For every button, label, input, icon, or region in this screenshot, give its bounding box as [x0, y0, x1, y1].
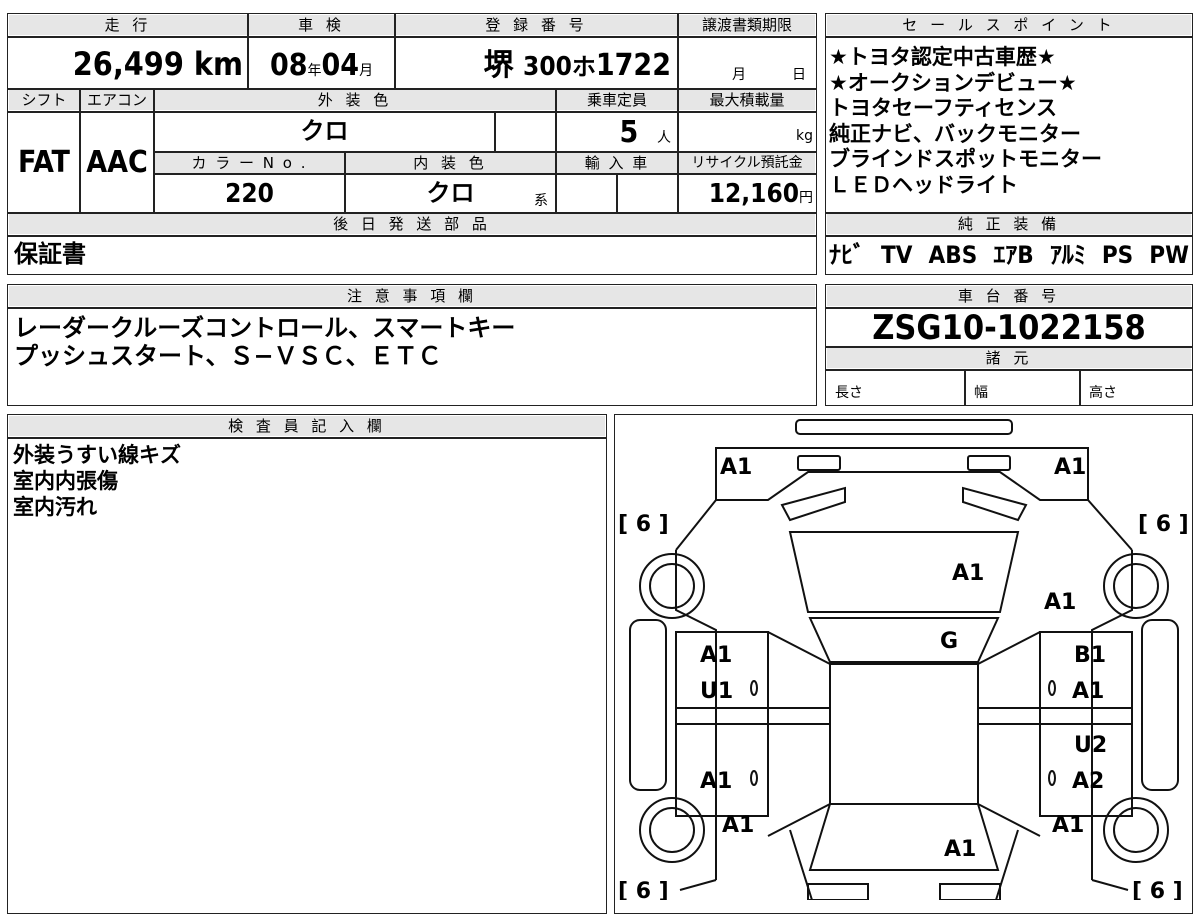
- tire-mark-rear-left: [ 6 ]: [618, 512, 669, 537]
- shift-label: シフト: [9, 90, 79, 110]
- mileage-number: 26,499: [72, 45, 184, 83]
- sales-point-line: ＬＥＤヘッドライト: [829, 172, 1018, 197]
- interior-color-value: クロ: [426, 179, 475, 207]
- inspection-year: 08: [269, 48, 308, 83]
- color-no-label: カ ラ ー N o .: [155, 153, 344, 173]
- equipment-item: ｱﾙﾐ: [1049, 241, 1086, 269]
- equipment-item: ABS: [928, 241, 978, 269]
- recycle-fee-value: 12,160円: [679, 178, 815, 214]
- exterior-color-label: 外 装 色: [155, 90, 555, 110]
- sales-point-line: ★トヨタ認定中古車歴★: [829, 45, 1056, 69]
- sales-point-line: ★オークションデビュー★: [829, 70, 1077, 95]
- sales-point-line: トヨタセーフティセンス: [829, 96, 1058, 120]
- tire-mark-rear-right: [ 6 ]: [1138, 512, 1189, 537]
- registration-number: 堺 300ホ1722: [396, 46, 675, 87]
- equipment-item: ｴｱB: [993, 241, 1034, 269]
- inspection-month: 04: [321, 48, 360, 83]
- mileage-label: 走 行: [9, 15, 247, 35]
- fender-right-grade: A1: [1052, 813, 1084, 838]
- color-no-value: 220: [225, 179, 274, 209]
- rear-left-grade: A1: [720, 455, 752, 480]
- rear-door-right-grade-1: B1: [1074, 643, 1106, 668]
- inspection-label: 車 検: [249, 15, 394, 35]
- inspector-label: 検 査 員 記 入 欄: [9, 416, 605, 436]
- shift-value: FAT: [18, 145, 70, 180]
- mileage-unit: km: [193, 45, 243, 83]
- inspection-value: 08年04月: [249, 46, 394, 91]
- rear-door-left-grade-2: U1: [700, 679, 733, 704]
- aircon-value: AAC: [86, 145, 148, 180]
- interior-suffix: 系: [534, 193, 548, 209]
- rear-door-right-grade-2: A1: [1072, 679, 1104, 704]
- inspector-line: 室内内張傷: [13, 469, 118, 493]
- car-diagram: [ 6 ] [ 6 ] [ 6 ] [ 6 ] A1 A1 A1 A1 G A1…: [618, 419, 1189, 900]
- exterior-color-value: クロ: [300, 117, 349, 145]
- later-parts-label: 後 日 発 送 部 品: [9, 214, 815, 234]
- tire-mark-front-right: [ 6 ]: [1132, 879, 1183, 900]
- imported-label: 輸 入 車: [557, 153, 677, 173]
- deadline-day-unit: 日: [792, 67, 806, 83]
- max-load-label: 最大積載量: [679, 90, 815, 110]
- front-door-right-grade-2: A2: [1072, 769, 1104, 794]
- front-door-left-grade: A1: [700, 769, 732, 794]
- aircon-label: エアコン: [81, 90, 153, 110]
- width-label: 幅: [974, 385, 988, 401]
- capacity-unit: 人: [657, 130, 671, 146]
- equipment-label: 純 正 装 備: [827, 214, 1191, 234]
- sales-point-line: ブラインドスポットモニター: [829, 147, 1102, 171]
- month-unit: 月: [359, 63, 374, 79]
- roof-glass-grade: G: [940, 629, 958, 654]
- note-line: プッシュスタート、Ｓ−ＶＳＣ、ＥＴＣ: [14, 342, 442, 370]
- reg-class: 300: [523, 52, 572, 82]
- capacity-number: 5: [619, 115, 639, 150]
- interior-color-label: 内 装 色: [346, 153, 555, 173]
- inspector-notes: 外装うすい線キズ 室内内張傷 室内汚れ: [13, 442, 181, 520]
- rear-right-grade: A1: [1054, 455, 1086, 480]
- length-label: 長さ: [835, 385, 863, 401]
- later-parts-value: 保証書: [14, 240, 86, 268]
- notes-label: 注 意 事 項 欄: [9, 286, 815, 306]
- sales-point-line: 純正ナビ、バックモニター: [829, 121, 1081, 146]
- recycle-fee-number: 12,160: [708, 179, 799, 209]
- transfer-deadline-label: 譲渡書類期限: [679, 15, 815, 35]
- reg-kana: ホ: [571, 53, 596, 81]
- reg-area: 堺: [483, 48, 514, 83]
- year-unit: 年: [307, 63, 322, 79]
- registration-label: 登 録 番 号: [396, 15, 677, 35]
- reg-number: 1722: [595, 48, 671, 83]
- note-line: レーダークルーズコントロール、スマートキー: [14, 314, 516, 342]
- equipment-item: PW: [1149, 241, 1189, 269]
- equipment-list: ﾅﾋﾞ TV ABS ｴｱB ｱﾙﾐ PS PW: [829, 240, 1189, 270]
- sales-points-list: ★トヨタ認定中古車歴★ ★オークションデビュー★ トヨタセーフティセンス 純正ナ…: [829, 45, 1102, 198]
- mileage-value: 26,499 km: [9, 44, 245, 84]
- capacity-label: 乗車定員: [557, 90, 677, 110]
- front-door-right-grade-1: U2: [1074, 733, 1107, 758]
- hood-grade: A1: [944, 837, 976, 862]
- chassis-number: ZSG10-1022158: [872, 308, 1146, 348]
- equipment-item: TV: [881, 241, 913, 269]
- rear-quarter-right-grade: A1: [1044, 590, 1076, 615]
- trunk-grade: A1: [952, 561, 984, 586]
- inspector-line: 外装うすい線キズ: [13, 443, 181, 467]
- equipment-item: PS: [1101, 241, 1134, 269]
- tire-mark-front-left: [ 6 ]: [618, 879, 669, 900]
- height-label: 高さ: [1089, 385, 1117, 401]
- max-load-unit: kg: [796, 128, 813, 144]
- recycle-unit: 円: [799, 190, 813, 206]
- chassis-label: 車 台 番 号: [827, 286, 1191, 306]
- inspector-line: 室内汚れ: [13, 495, 97, 519]
- equipment-item: ﾅﾋﾞ: [829, 241, 865, 269]
- specs-label: 諸 元: [827, 348, 1191, 368]
- fender-left-grade: A1: [722, 813, 754, 838]
- recycle-fee-label: リサイクル預託金: [679, 153, 815, 173]
- notes-list: レーダークルーズコントロール、スマートキー プッシュスタート、Ｓ−ＶＳＣ、ＥＴＣ: [14, 314, 515, 370]
- deadline-month-unit: 月: [732, 67, 746, 83]
- rear-door-left-grade-1: A1: [700, 643, 732, 668]
- sales-points-label: セ ー ル ス ポ イ ン ト: [827, 15, 1191, 35]
